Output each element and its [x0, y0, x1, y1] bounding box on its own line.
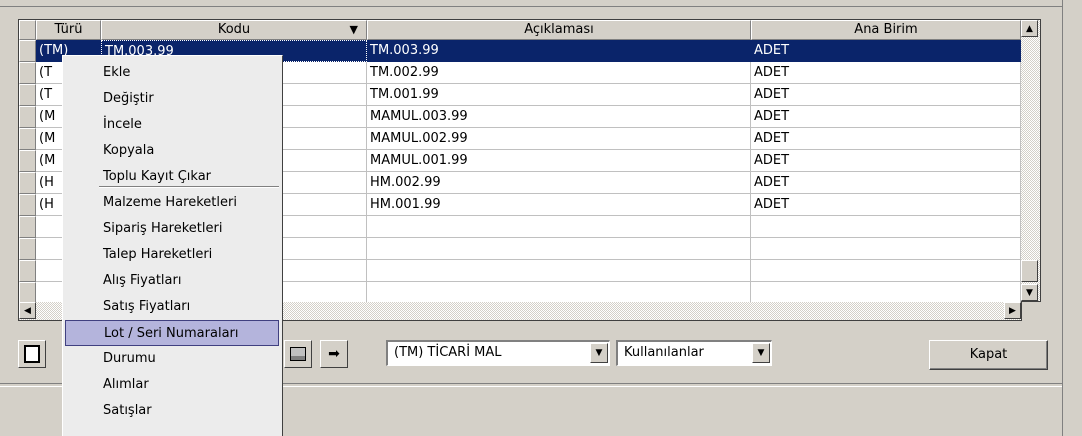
cell-aciklamasi[interactable]: [367, 282, 751, 304]
menu-item[interactable]: Talep Hareketleri: [65, 242, 279, 268]
cell-aciklamasi[interactable]: MAMUL.003.99: [367, 106, 751, 128]
cell-ana-birim[interactable]: [751, 238, 1021, 260]
column-header-kodu[interactable]: Kodu ▼: [101, 20, 367, 40]
menu-item[interactable]: Sipariş Hareketleri: [65, 216, 279, 242]
row-indicator[interactable]: [19, 84, 36, 106]
cell-aciklamasi[interactable]: TM.001.99: [367, 84, 751, 106]
menu-item[interactable]: Satışlar: [65, 398, 279, 424]
menu-item[interactable]: Değiştir: [65, 86, 279, 112]
window-top-edge: [0, 0, 1082, 7]
column-header-aciklamasi[interactable]: Açıklaması: [367, 20, 751, 40]
column-header-ana-birim[interactable]: Ana Birim: [751, 20, 1021, 40]
column-header-kodu-label: Kodu: [217, 22, 251, 37]
printer-icon: [290, 347, 306, 361]
usage-filter-select[interactable]: Kullanılanlar ▼: [616, 340, 772, 366]
cell-ana-birim[interactable]: ADET: [751, 128, 1021, 150]
menu-item[interactable]: Malzeme Hareketleri: [65, 190, 279, 216]
row-indicator[interactable]: [19, 238, 36, 260]
menu-item[interactable]: Satış Fiyatları: [65, 294, 279, 320]
export-arrow-icon: ➡: [328, 346, 340, 362]
cell-ana-birim[interactable]: ADET: [751, 172, 1021, 194]
cell-aciklamasi[interactable]: TM.003.99: [367, 40, 751, 62]
close-button[interactable]: Kapat: [929, 340, 1048, 370]
cell-ana-birim[interactable]: ADET: [751, 62, 1021, 84]
menu-separator: [99, 186, 279, 188]
row-indicator[interactable]: [19, 128, 36, 150]
cell-aciklamasi[interactable]: HM.001.99: [367, 194, 751, 216]
scroll-up-arrow-icon[interactable]: ▲: [1021, 20, 1038, 37]
cell-aciklamasi[interactable]: MAMUL.001.99: [367, 150, 751, 172]
cell-ana-birim[interactable]: ADET: [751, 40, 1021, 62]
cell-ana-birim[interactable]: ADET: [751, 150, 1021, 172]
vertical-scrollbar[interactable]: ▲ ▼: [1021, 19, 1041, 302]
cell-ana-birim[interactable]: ADET: [751, 84, 1021, 106]
row-indicator[interactable]: [19, 106, 36, 128]
row-indicator[interactable]: [19, 62, 36, 84]
row-indicator[interactable]: [19, 172, 36, 194]
cell-ana-birim[interactable]: [751, 260, 1021, 282]
row-indicator[interactable]: [19, 40, 36, 62]
scroll-left-arrow-icon[interactable]: ◀: [19, 302, 36, 319]
menu-item[interactable]: Lot / Seri Numaraları: [65, 320, 279, 346]
print-preview-button[interactable]: [284, 340, 312, 368]
new-record-button[interactable]: [18, 340, 46, 368]
scroll-right-arrow-icon[interactable]: ▶: [1004, 302, 1021, 319]
cell-aciklamasi[interactable]: TM.002.99: [367, 62, 751, 84]
menu-item[interactable]: Ekle: [65, 60, 279, 86]
type-filter-value: (TM) TİCARİ MAL: [394, 345, 502, 360]
cell-ana-birim[interactable]: ADET: [751, 106, 1021, 128]
row-indicator[interactable]: [19, 150, 36, 172]
row-indicator[interactable]: [19, 194, 36, 216]
page-icon: [24, 345, 40, 363]
menu-item[interactable]: Durumu: [65, 346, 279, 372]
menu-item[interactable]: Alış Fiyatları: [65, 268, 279, 294]
column-header-turu[interactable]: Türü: [36, 20, 101, 40]
menu-item[interactable]: İncele: [65, 112, 279, 138]
row-indicator[interactable]: [19, 282, 36, 304]
sort-desc-icon: ▼: [349, 23, 358, 36]
type-filter-select[interactable]: (TM) TİCARİ MAL ▼: [386, 340, 610, 366]
cell-aciklamasi[interactable]: [367, 260, 751, 282]
row-indicator[interactable]: [19, 260, 36, 282]
cell-aciklamasi[interactable]: MAMUL.002.99: [367, 128, 751, 150]
cell-ana-birim[interactable]: ADET: [751, 194, 1021, 216]
context-menu: Ekle Değiştir İncele Kopyala Toplu Kayıt Çık…: [62, 55, 283, 436]
cell-ana-birim[interactable]: [751, 282, 1021, 304]
export-button[interactable]: ➡: [320, 340, 348, 368]
cell-aciklamasi[interactable]: [367, 216, 751, 238]
menu-item[interactable]: Alımlar: [65, 372, 279, 398]
scroll-thumb[interactable]: [1021, 260, 1038, 282]
close-button-label: Kapat: [969, 347, 1008, 362]
window-right-edge: [1062, 0, 1082, 436]
scroll-down-arrow-icon[interactable]: ▼: [1021, 284, 1038, 301]
dropdown-arrow-icon[interactable]: ▼: [590, 343, 608, 363]
cell-ana-birim[interactable]: [751, 216, 1021, 238]
row-indicator[interactable]: [19, 216, 36, 238]
cell-aciklamasi[interactable]: HM.002.99: [367, 172, 751, 194]
dropdown-arrow-icon[interactable]: ▼: [752, 343, 770, 363]
menu-item[interactable]: Kopyala: [65, 138, 279, 164]
grid-corner: [19, 20, 36, 40]
cell-aciklamasi[interactable]: [367, 238, 751, 260]
usage-filter-value: Kullanılanlar: [624, 345, 704, 360]
